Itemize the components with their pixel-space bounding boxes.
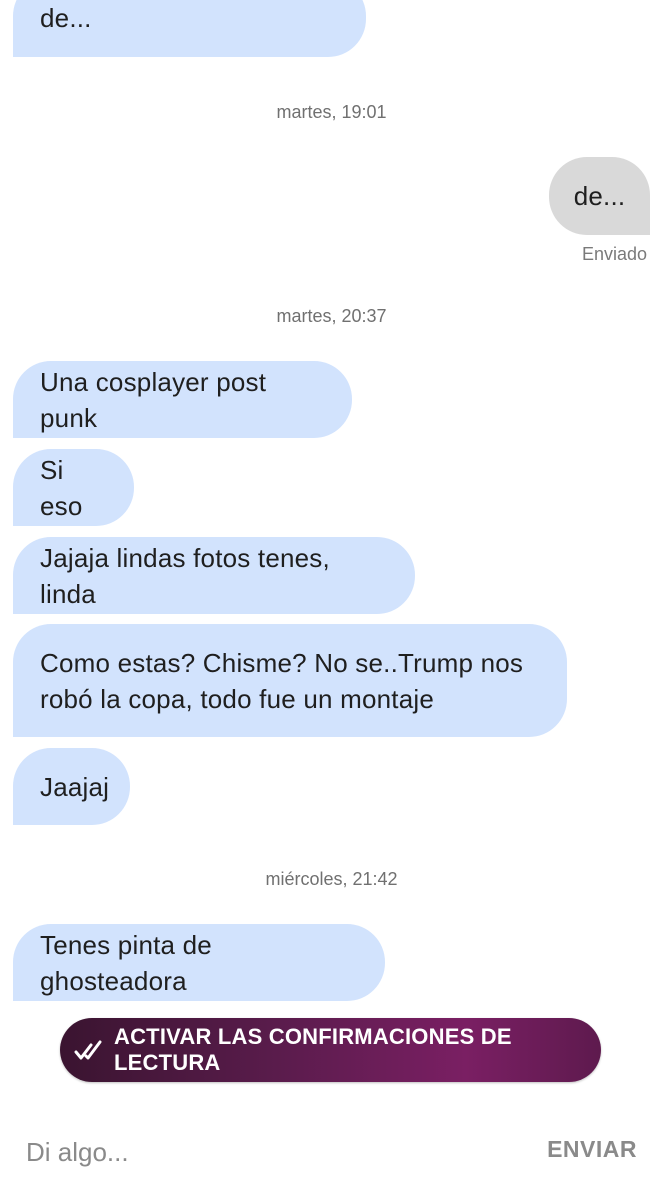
message-bubble-incoming[interactable]: Como estas? Chisme? No se..Trump nos rob… [13,624,567,737]
message-text: Tenes pinta de ghosteadora [40,929,212,996]
sent-status: Enviado [581,244,647,264]
send-button[interactable]: ENVIAR [547,1136,637,1163]
message-bubble-incoming[interactable]: Jajaja lindas fotos tenes, linda [13,537,415,614]
message-bubble-incoming[interactable]: Hermosa, tenes pinta de... [13,0,366,57]
double-check-icon [74,1040,102,1060]
message-bubble-incoming[interactable]: Tenes pinta de ghosteadora [13,924,385,1001]
message-text: Jajaja lindas fotos tenes, linda [40,542,330,609]
message-text: Una cosplayer post punk [40,366,267,433]
read-receipts-label: ACTIVAR LAS CONFIRMACIONES DE LECTURA [114,1024,512,1075]
message-text: Hermosa, tenes pinta de... [40,3,92,33]
timestamp: martes, 20:37 [276,306,387,326]
message-text: Jaajaj [40,771,110,802]
message-text: Como estas? Chisme? No se..Trump nos rob… [40,647,524,714]
message-composer: ENVIAR [0,1112,663,1192]
chat-screen: Hermosa, tenes pinta de... martes, 19:01… [0,0,663,1199]
timestamp: miércoles, 21:42 [265,869,398,889]
timestamp: martes, 19:01 [276,102,387,122]
message-text: Si eso [40,454,83,521]
message-input[interactable] [26,1130,486,1174]
message-bubble-incoming[interactable]: Si eso [13,449,134,526]
message-bubble-incoming[interactable]: Jaajaj [13,748,130,825]
activate-read-receipts-button[interactable]: ACTIVAR LAS CONFIRMACIONES DE LECTURA [60,1018,601,1082]
message-bubble-incoming[interactable]: Una cosplayer post punk [13,361,352,438]
message-text: de... [573,181,626,211]
message-bubble-outgoing[interactable]: de... [549,157,650,235]
